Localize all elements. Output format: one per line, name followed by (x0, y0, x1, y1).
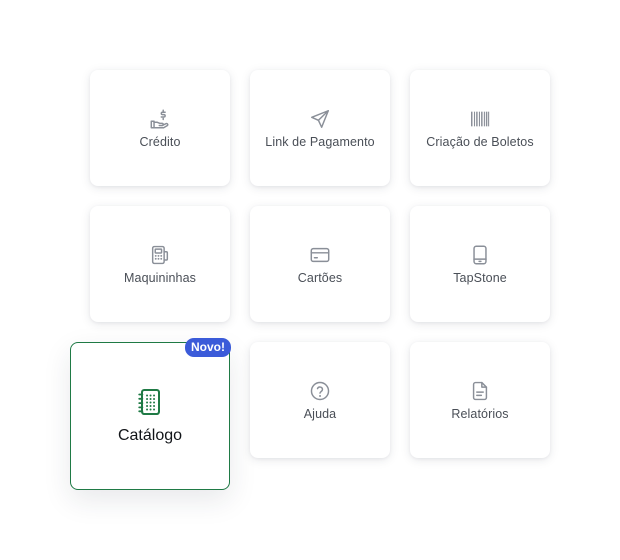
new-badge: Novo! (185, 338, 231, 357)
credit-card-icon (309, 244, 331, 266)
menu-grid: Crédito Link de Pagamento Criação de Bol (0, 0, 620, 560)
tile-relatorios[interactable]: Relatórios (410, 342, 550, 458)
tile-catalogo[interactable]: Novo! Catálogo (70, 338, 231, 490)
tile-label: Maquininhas (124, 271, 196, 285)
tile-label: Link de Pagamento (265, 135, 375, 149)
tile-label: Relatórios (451, 407, 509, 421)
tile-label: Ajuda (303, 407, 337, 421)
help-circle-icon (309, 380, 331, 402)
tile-label: TapStone (453, 271, 507, 285)
tile-maquininhas[interactable]: Maquininhas (90, 206, 230, 322)
barcode-icon (469, 108, 491, 130)
tile-label: Criação de Boletos (426, 135, 534, 149)
hand-coin-icon (149, 108, 171, 130)
paper-plane-icon (309, 108, 331, 130)
tile-label: Cartões (297, 271, 343, 285)
smartphone-icon (469, 244, 491, 266)
tile-link-de-pagamento[interactable]: Link de Pagamento (250, 70, 390, 186)
tile-criacao-de-boletos[interactable]: Criação de Boletos (410, 70, 550, 186)
catalog-notebook-icon (135, 387, 165, 417)
document-icon (469, 380, 491, 402)
tile-ajuda[interactable]: Ajuda (250, 342, 390, 458)
card-machine-icon (149, 244, 171, 266)
tile-tapstone[interactable]: TapStone (410, 206, 550, 322)
tile-label: Crédito (139, 135, 181, 149)
tile-credito[interactable]: Crédito (90, 70, 230, 186)
tile-label: Catálogo (117, 427, 183, 444)
tile-cartoes[interactable]: Cartões (250, 206, 390, 322)
